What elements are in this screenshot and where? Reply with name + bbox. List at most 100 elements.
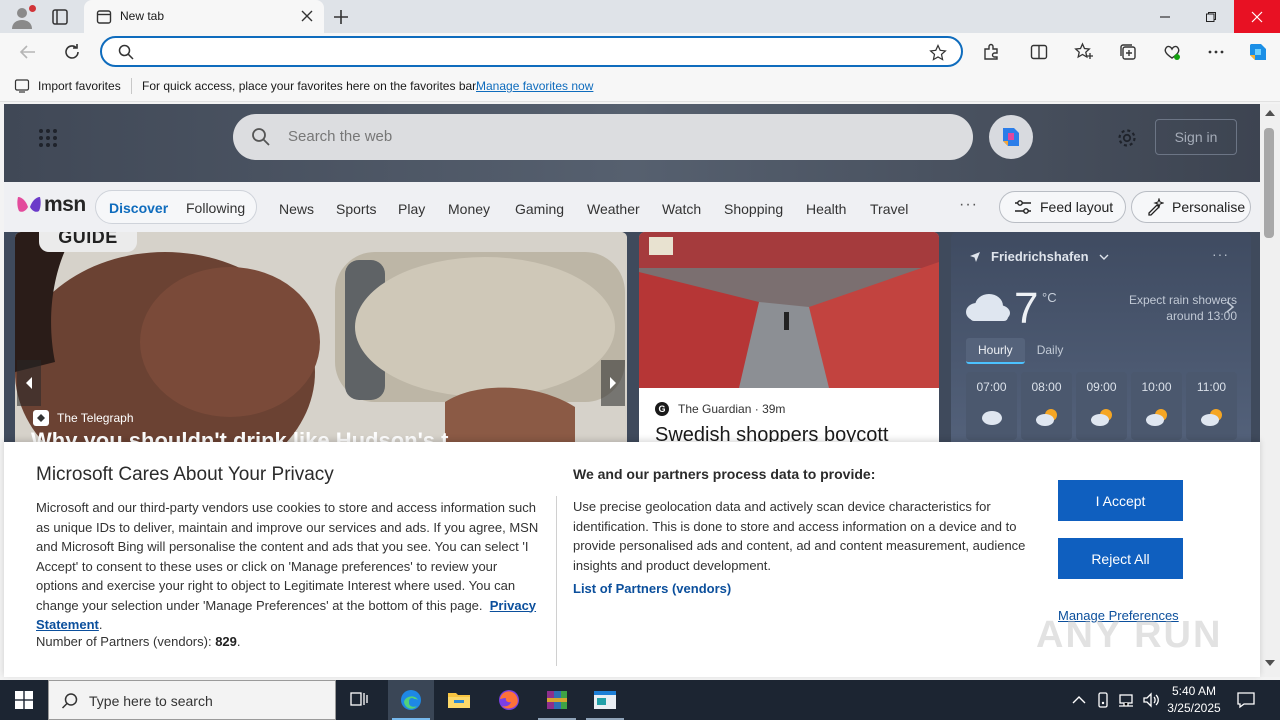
hero-source-name: The Telegraph <box>57 411 134 425</box>
clock-date: 3/25/2025 <box>1167 701 1221 715</box>
hour-item[interactable]: 11:00 <box>1186 372 1237 440</box>
notification-icon[interactable] <box>1236 690 1256 710</box>
restore-button[interactable] <box>1188 0 1234 33</box>
tab-actions-icon[interactable] <box>50 7 70 27</box>
carousel-previous-button[interactable] <box>17 360 41 406</box>
hour-item[interactable]: 09:00 <box>1076 372 1127 440</box>
minimize-button[interactable] <box>1142 0 1188 33</box>
personalise-button[interactable]: Personalise <box>1131 191 1251 223</box>
taskbar-firefox[interactable] <box>486 680 532 720</box>
msn-logo[interactable]: msn <box>16 192 86 218</box>
weather-more-button[interactable]: ··· <box>1212 246 1229 262</box>
collections-icon[interactable] <box>1118 42 1138 62</box>
windows-taskbar: Type here to search 5:40 AM 3/25/2025 <box>0 680 1280 720</box>
nav-watch[interactable]: Watch <box>662 201 701 217</box>
taskbar-edge[interactable] <box>388 680 434 720</box>
nav-health[interactable]: Health <box>806 201 846 217</box>
tab-new-tab[interactable]: New tab <box>84 0 324 33</box>
nav-play[interactable]: Play <box>398 201 425 217</box>
weather-temperature: 7 <box>1014 284 1039 333</box>
start-button[interactable] <box>0 680 48 720</box>
feed-layout-button[interactable]: Feed layout <box>999 191 1126 223</box>
device-icon[interactable] <box>1094 691 1112 709</box>
web-search-placeholder[interactable]: Search the web <box>288 128 392 145</box>
list-of-partners-link[interactable]: List of Partners (vendors) <box>573 581 731 596</box>
chevron-right-icon[interactable] <box>1225 300 1235 314</box>
hero-carousel-card[interactable]: GUIDE The Telegraph Why you shouldn't dr… <box>15 232 627 442</box>
address-bar[interactable] <box>100 36 963 67</box>
news-card[interactable]: G The Guardian · 39m Swedish shoppers bo… <box>639 232 939 442</box>
nav-shopping[interactable]: Shopping <box>724 201 783 217</box>
partners-count: Number of Partners (vendors): 829. <box>36 634 241 649</box>
sign-in-button[interactable]: Sign in <box>1155 119 1237 155</box>
system-clock[interactable]: 5:40 AM 3/25/2025 <box>1166 683 1222 717</box>
partly-cloudy-icon <box>1035 409 1057 426</box>
nav-sports[interactable]: Sports <box>336 201 376 217</box>
weather-tabs: Hourly Daily <box>966 338 1075 364</box>
scroll-down-arrow-icon[interactable] <box>1265 660 1275 666</box>
new-tab-plus-icon[interactable] <box>331 7 351 27</box>
weather-forecast-summary[interactable]: Expect rain showers around 13:00 <box>1097 292 1237 324</box>
tab-daily[interactable]: Daily <box>1025 338 1076 364</box>
title-bar: New tab <box>0 0 1280 33</box>
hero-source: The Telegraph <box>33 410 134 426</box>
taskbar-search-placeholder: Type here to search <box>89 693 213 709</box>
carousel-next-button[interactable] <box>601 360 625 406</box>
favorites-icon[interactable] <box>1074 42 1094 62</box>
more-menu-icon[interactable] <box>1206 42 1226 62</box>
card-headline[interactable]: Swedish shoppers boycott <box>655 424 888 442</box>
nav-more-button[interactable]: ··· <box>959 196 978 214</box>
reject-all-button[interactable]: Reject All <box>1058 538 1183 579</box>
chevron-up-icon[interactable] <box>1070 691 1088 709</box>
scroll-thumb[interactable] <box>1264 128 1274 238</box>
favorite-star-icon[interactable] <box>929 44 947 62</box>
volume-icon[interactable] <box>1142 691 1160 709</box>
hero-headline[interactable]: Why you shouldn't drink like Hudson's t <box>31 428 448 442</box>
apps-grid-icon[interactable] <box>38 128 58 148</box>
close-window-button[interactable] <box>1234 0 1280 33</box>
scroll-up-arrow-icon[interactable] <box>1265 110 1275 116</box>
browser-essentials-icon[interactable] <box>1162 42 1182 62</box>
import-favorites-icon[interactable] <box>14 78 30 94</box>
taskbar-search-box[interactable]: Type here to search <box>48 680 336 720</box>
close-tab-icon[interactable] <box>300 9 314 23</box>
back-arrow-icon[interactable] <box>18 42 38 62</box>
web-search-box[interactable]: Search the web <box>233 114 973 160</box>
tab-hourly[interactable]: Hourly <box>966 338 1025 364</box>
hour-item[interactable]: 10:00 <box>1131 372 1182 440</box>
weather-card: Friedrichshafen ··· 7 °C Expect rain sho… <box>951 232 1251 442</box>
privacy-consent-dialog: Microsoft Cares About Your Privacy Micro… <box>4 442 1260 677</box>
nav-news[interactable]: News <box>279 201 314 217</box>
taskbar-app[interactable] <box>582 680 628 720</box>
address-input[interactable] <box>142 42 922 62</box>
hour-item[interactable]: 07:00 <box>966 372 1017 440</box>
msn-header: Search the web Sign in <box>4 104 1260 182</box>
page-scrollbar[interactable] <box>1260 104 1280 677</box>
feed-layout-label: Feed layout <box>1040 199 1114 215</box>
refresh-icon[interactable] <box>62 42 82 62</box>
gear-icon[interactable] <box>1116 127 1138 149</box>
taskbar-file-explorer[interactable] <box>436 680 482 720</box>
accept-button[interactable]: I Accept <box>1058 480 1183 521</box>
extensions-icon[interactable] <box>981 42 1001 62</box>
nav-money[interactable]: Money <box>448 201 490 217</box>
taskbar-winrar[interactable] <box>534 680 580 720</box>
manage-favorites-link[interactable]: Manage favorites now <box>476 79 593 93</box>
task-view-button[interactable] <box>337 680 383 720</box>
copilot-button[interactable] <box>989 115 1033 159</box>
tab-following[interactable]: Following <box>186 200 245 216</box>
tab-discover[interactable]: Discover <box>109 200 168 216</box>
split-screen-icon[interactable] <box>1029 42 1049 62</box>
card-source: G The Guardian · 39m <box>655 402 785 416</box>
privacy-subtitle: We and our partners process data to prov… <box>573 466 876 482</box>
import-favorites-button[interactable]: Import favorites <box>38 79 121 93</box>
sparkle-pencil-icon <box>1148 198 1164 216</box>
hour-item[interactable]: 08:00 <box>1021 372 1072 440</box>
partly-cloudy-icon <box>1090 409 1112 426</box>
nav-gaming[interactable]: Gaming <box>515 201 564 217</box>
nav-travel[interactable]: Travel <box>870 201 908 217</box>
copilot-icon[interactable] <box>1246 40 1270 64</box>
nav-weather[interactable]: Weather <box>587 201 640 217</box>
network-icon[interactable] <box>1118 691 1136 709</box>
weather-location[interactable]: Friedrichshafen <box>969 249 1119 264</box>
